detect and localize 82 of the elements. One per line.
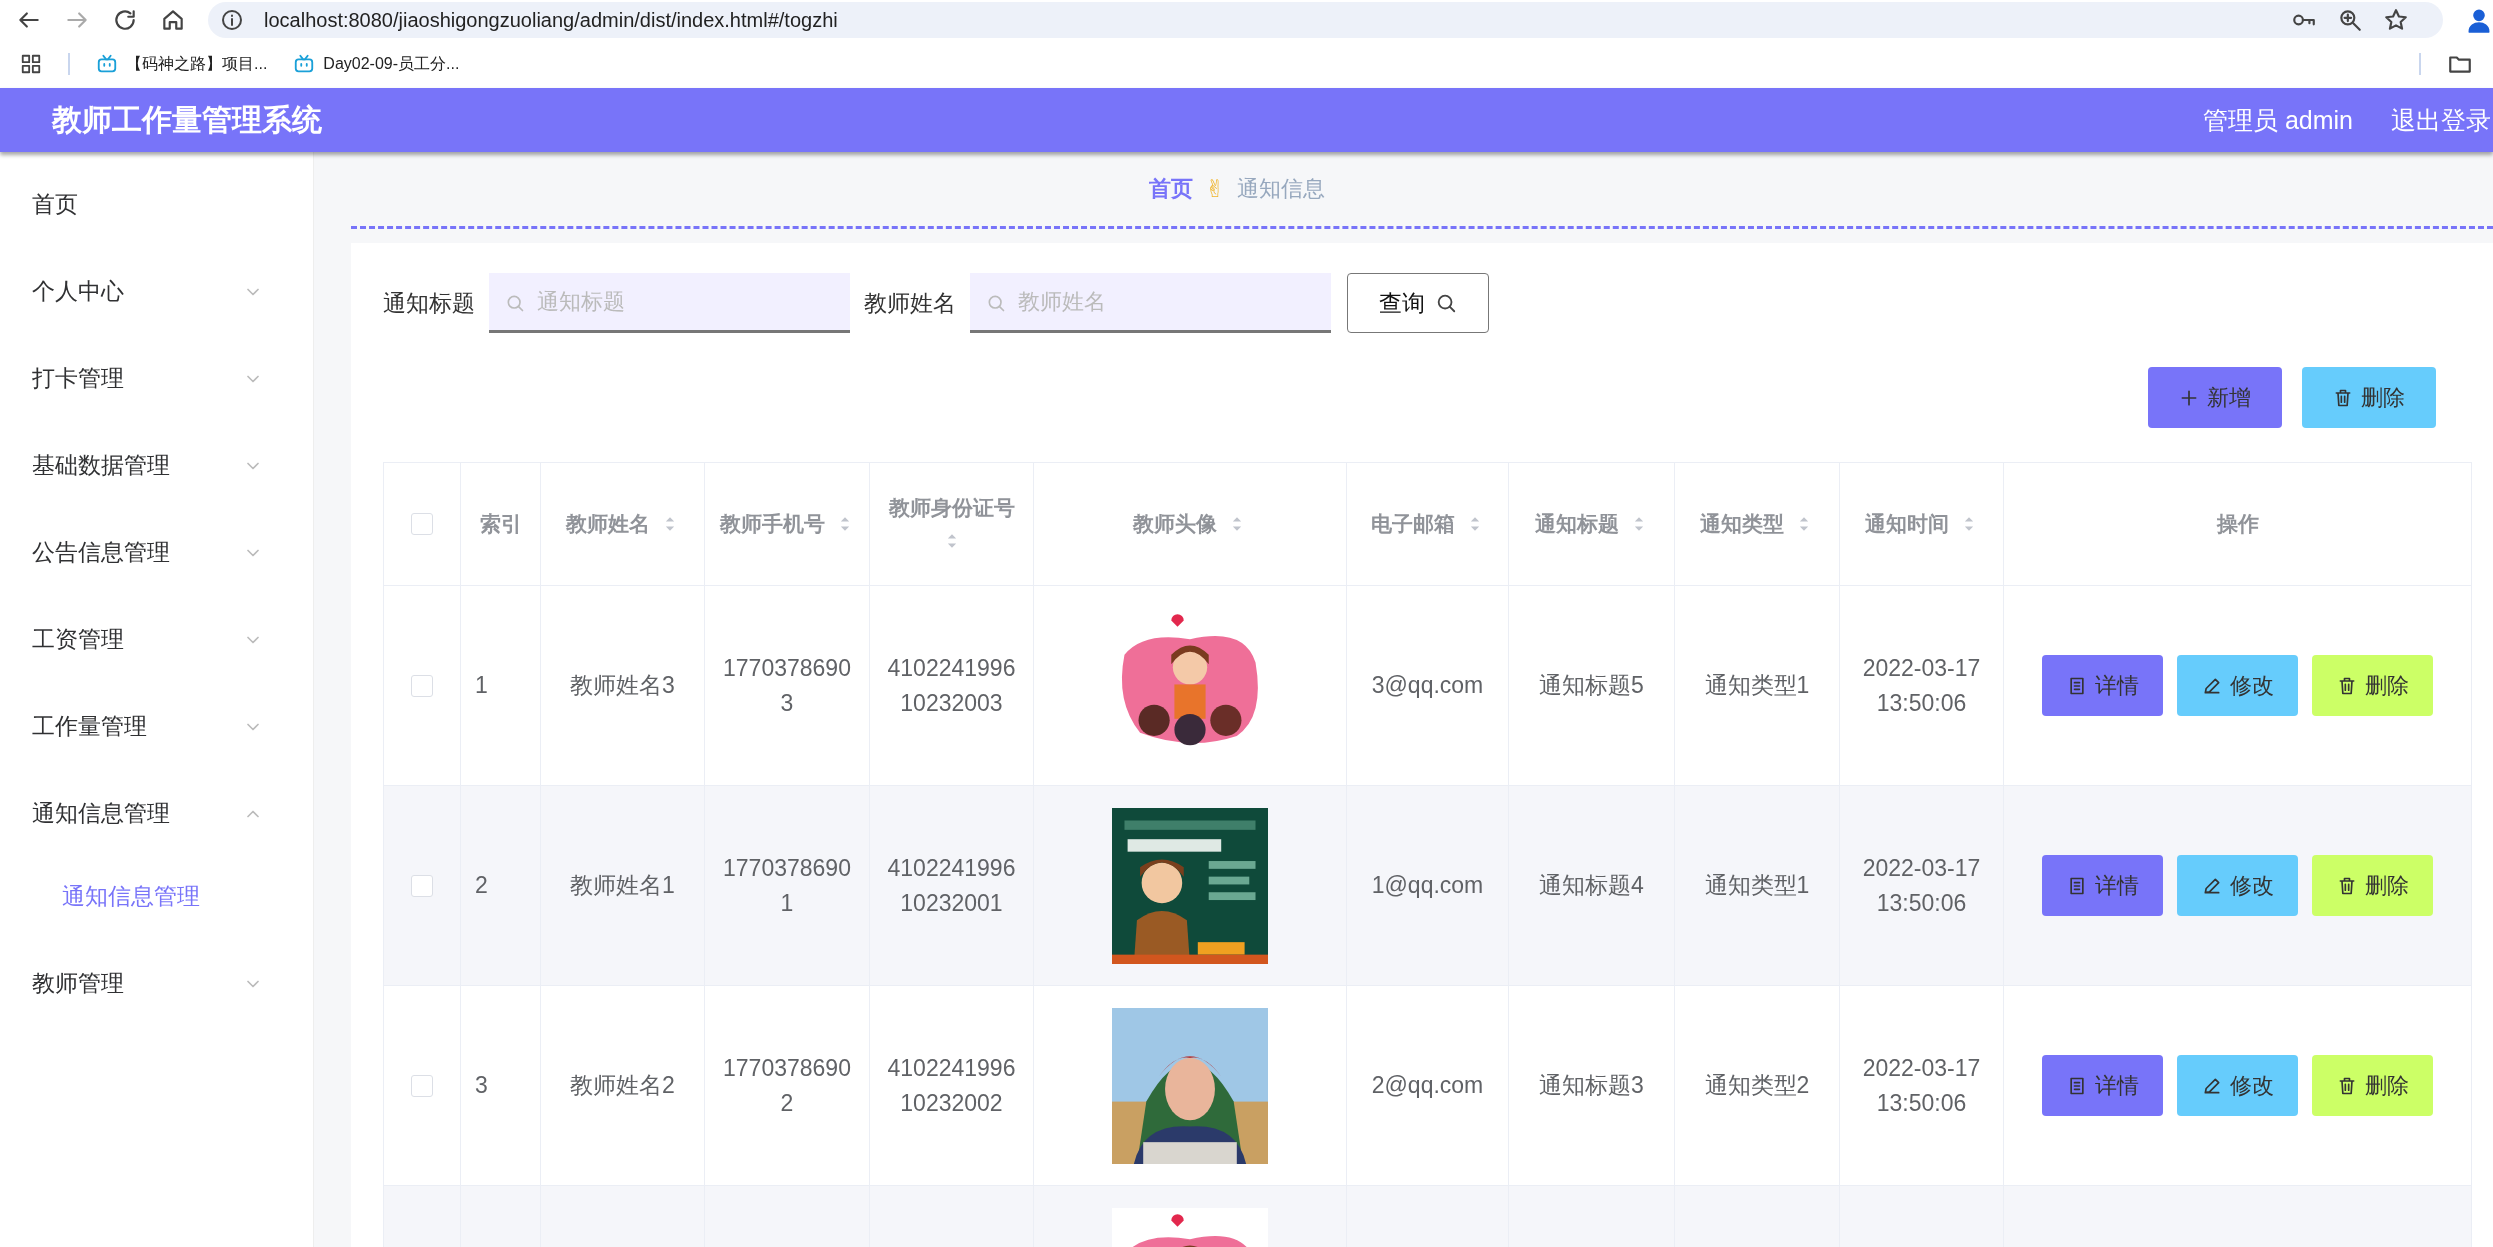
edit-button[interactable]: 修改	[2177, 855, 2298, 916]
notice-type: 通知类型1	[1704, 871, 1810, 901]
user-name: 管理员 admin	[2202, 104, 2353, 136]
column-header: 教师手机号	[719, 511, 825, 537]
email: 3@qq.com	[1371, 671, 1484, 701]
bookmark[interactable]: Day02-09-员工分...	[293, 53, 460, 75]
delete-button[interactable]: 删除	[2312, 655, 2433, 716]
reload-icon[interactable]	[112, 7, 138, 33]
row-index: 3	[475, 1071, 488, 1101]
select-all-checkbox[interactable]	[411, 513, 433, 535]
column-header: 操作	[2216, 511, 2259, 537]
menu-item[interactable]: 个人中心	[0, 248, 313, 335]
row-checkbox[interactable]	[411, 674, 433, 697]
hand-icon: ✌	[1204, 175, 1226, 203]
tv-icon	[293, 53, 316, 75]
field-label: 通知标题	[383, 288, 475, 318]
info-icon[interactable]	[220, 8, 244, 32]
column-header: 通知类型	[1700, 511, 1784, 537]
search-icon	[1435, 292, 1457, 314]
details-button[interactable]: 详情	[2042, 855, 2163, 916]
details-button[interactable]: 详情	[2042, 655, 2163, 716]
id-number: 410224199610232002	[886, 1054, 1017, 1118]
logout-link[interactable]: 退出登录	[2391, 103, 2491, 137]
menu-item[interactable]: 工作量管理	[0, 683, 313, 770]
home-icon[interactable]	[160, 7, 186, 33]
delete-button[interactable]: 删除	[2302, 367, 2436, 428]
column-header: 索引	[479, 511, 522, 537]
column-header: 通知时间	[1864, 511, 1949, 537]
row-checkbox[interactable]	[411, 1074, 433, 1097]
menu-item[interactable]: 基础数据管理	[0, 422, 313, 509]
menu-item[interactable]: 公告信息管理	[0, 509, 313, 596]
search-icon	[505, 293, 525, 313]
breadcrumb-item: 通知信息	[1237, 175, 1326, 203]
notice-time: 2022-03-17 13:50:06	[1861, 654, 1982, 718]
trash-icon	[2333, 387, 2353, 408]
column-header: 教师姓名	[565, 511, 650, 537]
edit-button[interactable]: 修改	[2177, 1055, 2298, 1116]
zoom-icon[interactable]	[2337, 7, 2363, 33]
row-index: 1	[475, 671, 488, 701]
delete-button[interactable]: 删除	[2312, 1055, 2433, 1116]
menu-item[interactable]: 打卡管理	[0, 335, 313, 422]
phone-number: 17703786902	[722, 1054, 852, 1118]
notice-type: 通知类型1	[1704, 671, 1810, 701]
teacher-name: 教师姓名1	[570, 871, 675, 901]
details-button[interactable]: 详情	[2042, 1055, 2163, 1116]
url-text: localhost:8080/jiaoshigongzuoliang/admin/dist/index.html#/togzhi	[264, 8, 838, 32]
menu-item[interactable]: 工资管理	[0, 596, 313, 683]
search-field[interactable]: 通知标题	[489, 273, 850, 333]
id-number: 410224199610232003	[886, 654, 1017, 718]
notice-time: 2022-03-17 13:50:06	[1861, 1054, 1982, 1118]
notice-time: 2022-03-17 13:50:06	[1861, 854, 1982, 918]
notice-type: 通知类型2	[1704, 1071, 1810, 1101]
tv-icon	[96, 53, 118, 75]
column-header: 教师头像	[1133, 511, 1217, 537]
menu-item[interactable]: 首页	[0, 161, 313, 248]
column-header: 教师身份证号	[888, 495, 1015, 521]
address-bar[interactable]: localhost:8080/jiaoshigongzuoliang/admin/dist/index.html#/togzhi	[208, 2, 2443, 38]
teacher-name: 教师姓名3	[570, 671, 675, 701]
row-index: 2	[475, 871, 488, 901]
id-number: 410224199610232001	[886, 854, 1017, 918]
column-header: 电子邮箱	[1370, 511, 1455, 537]
phone-number: 17703786903	[722, 654, 852, 718]
phone-number: 17703786901	[722, 854, 852, 918]
search-button[interactable]: 查询	[1347, 273, 1489, 333]
notice-title: 通知标题5	[1539, 671, 1644, 701]
notice-title: 通知标题4	[1539, 871, 1644, 901]
teacher-name: 教师姓名2	[570, 1071, 675, 1101]
apps-icon[interactable]	[20, 53, 42, 75]
app-title: 教师工作量管理系统	[52, 101, 322, 138]
field-label: 教师姓名	[864, 288, 956, 318]
menu-item[interactable]: 教师管理	[0, 940, 313, 1027]
star-icon[interactable]	[2383, 7, 2409, 33]
notice-title: 通知标题3	[1539, 1071, 1644, 1101]
column-header: 通知标题	[1534, 511, 1619, 537]
bookmark[interactable]: 【码神之路】项目...	[96, 53, 268, 75]
email: 1@qq.com	[1371, 871, 1484, 901]
search-icon	[986, 293, 1006, 313]
search-field[interactable]: 教师姓名	[970, 273, 1331, 333]
edit-button[interactable]: 修改	[2177, 655, 2298, 716]
email: 2@qq.com	[1371, 1071, 1484, 1101]
delete-button[interactable]: 删除	[2312, 855, 2433, 916]
row-checkbox[interactable]	[411, 874, 433, 897]
